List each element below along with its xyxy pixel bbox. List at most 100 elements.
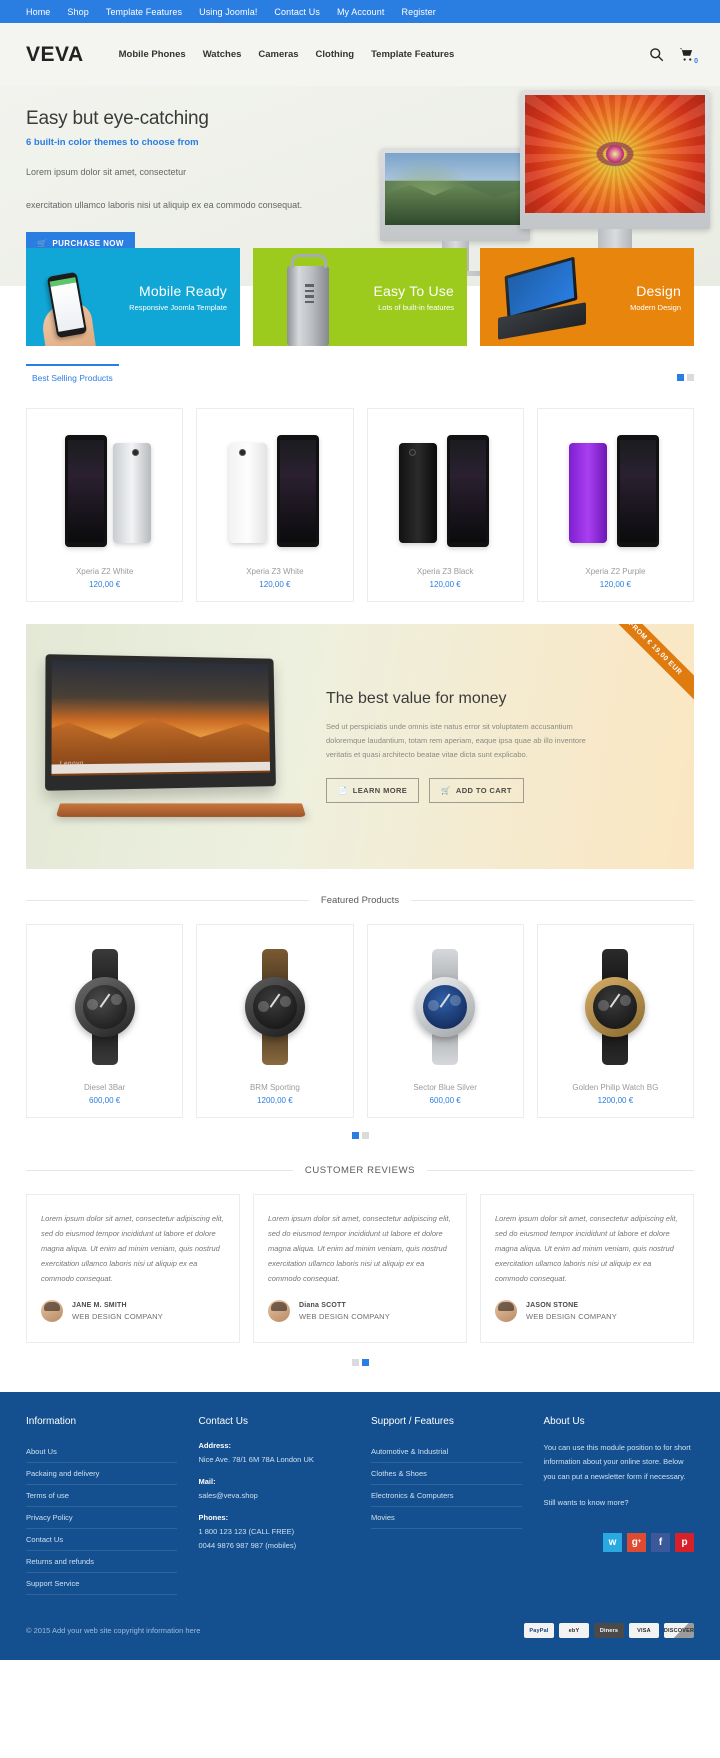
facebook-icon[interactable]: f <box>651 1532 670 1552</box>
product-card[interactable]: Xperia Z2 Purple 120,00 € <box>536 408 694 602</box>
pager-dot-2[interactable] <box>687 374 694 381</box>
add-to-cart-button[interactable]: 🛒 ADD TO CART <box>429 777 524 803</box>
promo-text: Sed ut perspiciatis unde omnis iste natu… <box>326 722 586 759</box>
footer-column-contact: Contact Us Address: Nice Ave. 78/1 6M 78… <box>199 1416 350 1595</box>
footer-link-returns-refunds[interactable]: Returns and refunds <box>26 1551 177 1573</box>
tile-subtitle: Lots of built-in features <box>378 302 454 312</box>
add-to-cart-label: ADD TO CART <box>455 785 512 795</box>
hero-copy: Easy but eye-catching 6 built-in color t… <box>26 108 326 256</box>
topbar-link-register[interactable]: Register <box>401 7 435 17</box>
product-card[interactable]: Xperia Z3 Black 120,00 € <box>366 408 524 602</box>
divider-right <box>427 1170 694 1171</box>
twitter-icon[interactable]: w <box>603 1532 622 1552</box>
learn-more-button[interactable]: 📄 LEARN MORE <box>326 777 420 803</box>
product-card[interactable]: Xperia Z3 White 120,00 € <box>196 408 354 602</box>
cart-button[interactable]: 0 <box>679 47 698 65</box>
tile-title: Easy To Use <box>373 282 454 299</box>
footer-link-packing-delivery[interactable]: Packaing and delivery <box>26 1463 177 1485</box>
learn-more-label: LEARN MORE <box>352 785 408 795</box>
product-card[interactable]: BRM Sporting 1200,00 € <box>196 924 354 1118</box>
footer-link-movies[interactable]: Movies <box>371 1507 522 1529</box>
mail-value[interactable]: sales@veva.shop <box>199 1490 350 1503</box>
footer-link-automotive-industrial[interactable]: Automotive & Industrial <box>371 1441 522 1463</box>
footer-link-privacy-policy[interactable]: Privacy Policy <box>26 1507 177 1529</box>
topbar-link-home[interactable]: Home <box>26 7 50 17</box>
product-price: 600,00 € <box>89 1096 121 1105</box>
best-selling-grid: Xperia Z2 White 120,00 € Xperia Z3 White… <box>0 408 720 602</box>
nav-item-template-features[interactable]: Template Features <box>371 49 454 60</box>
testimonial-text: Lorem ipsum dolor sit amet, consectetur … <box>268 1214 451 1283</box>
about-more-text: Still wants to know more? <box>543 1497 629 1507</box>
topbar-link-my-account[interactable]: My Account <box>337 7 385 17</box>
tile-subtitle: Responsive Joomla Template <box>129 302 227 312</box>
cart-icon: 🛒 <box>441 785 451 795</box>
footer-heading: Contact Us <box>198 1416 248 1427</box>
product-price: 120,00 € <box>429 580 461 589</box>
site-logo[interactable]: VEVA <box>26 43 84 67</box>
pager-dot-1[interactable] <box>677 374 684 381</box>
promo-illustration: Lenovo <box>26 624 326 869</box>
nav-item-clothing[interactable]: Clothing <box>316 49 355 60</box>
lenovo-yoga-laptop-icon: Lenovo <box>45 654 318 821</box>
pager-dot-1[interactable] <box>351 1132 359 1139</box>
pinterest-icon[interactable]: p <box>675 1532 694 1552</box>
divider-left <box>26 900 309 901</box>
social-links: w g + f p <box>544 1532 694 1552</box>
product-name: Xperia Z3 White <box>246 567 304 576</box>
nav-item-cameras[interactable]: Cameras <box>258 49 298 60</box>
topbar-link-using-joomla[interactable]: Using Joomla! <box>199 7 257 17</box>
product-card[interactable]: Diesel 3Bar 600,00 € <box>26 924 184 1118</box>
pager-dot-2[interactable] <box>361 1132 369 1139</box>
reviews-pager <box>0 1359 720 1366</box>
product-image <box>376 421 515 561</box>
product-image <box>35 937 174 1077</box>
reviews-heading-text: CUSTOMER REVIEWS <box>304 1165 416 1176</box>
google-plus-icon[interactable]: g + <box>627 1532 646 1552</box>
divider-right <box>411 900 694 901</box>
testimonials-list: Lorem ipsum dolor sit amet, consectetur … <box>0 1194 720 1343</box>
footer-link-electronics-computers[interactable]: Electronics & Computers <box>371 1485 522 1507</box>
testimonial-text: Lorem ipsum dolor sit amet, consectetur … <box>495 1214 678 1283</box>
feature-tile-design[interactable]: Design Modern Design <box>480 248 694 346</box>
cart-icon: 🛒 <box>37 239 48 249</box>
footer-link-clothes-shoes[interactable]: Clothes & Shoes <box>371 1463 522 1485</box>
topbar-link-contact-us[interactable]: Contact Us <box>274 7 320 17</box>
paypal-icon: PayPal <box>524 1623 554 1638</box>
testimonial-company: WEB DESIGN COMPANY <box>72 1311 163 1321</box>
footer-column-support: Support / Features Automotive & Industri… <box>371 1416 522 1595</box>
product-price: 600,00 € <box>429 1096 461 1105</box>
footer-link-terms-of-use[interactable]: Terms of use <box>26 1485 177 1507</box>
product-name: Xperia Z3 Black <box>416 567 474 576</box>
phone-value-1: 1 800 123 123 (CALL FREE) <box>198 1526 295 1536</box>
feature-tile-easy-to-use[interactable]: Easy To Use Lots of built-in features <box>253 248 467 346</box>
product-card[interactable]: Sector Blue Silver 600,00 € <box>366 924 524 1118</box>
product-card[interactable]: Golden Philip Watch BG 1200,00 € <box>536 924 694 1118</box>
site-footer: Information About Us Packaing and delive… <box>0 1392 720 1660</box>
footer-link-contact-us[interactable]: Contact Us <box>26 1529 177 1551</box>
testimonial-author: Diana SCOTT WEB DESIGN COMPANY <box>268 1300 452 1322</box>
topbar-link-shop[interactable]: Shop <box>67 7 88 17</box>
footer-link-support-service[interactable]: Support Service <box>26 1573 177 1595</box>
search-icon[interactable] <box>649 47 664 62</box>
feature-tile-mobile-ready[interactable]: Mobile Ready Responsive Joomla Template <box>26 248 240 346</box>
product-name: Xperia Z2 White <box>75 567 134 576</box>
nav-item-watches[interactable]: Watches <box>203 49 242 60</box>
product-price: 1200,00 € <box>257 1096 293 1105</box>
topbar-link-template-features[interactable]: Template Features <box>106 7 182 17</box>
nav-item-mobile-phones[interactable]: Mobile Phones <box>119 49 186 60</box>
footer-link-about-us[interactable]: About Us <box>26 1441 177 1463</box>
hero-paragraph-1: Lorem ipsum dolor sit amet, consectetur <box>26 167 187 177</box>
product-price: 120,00 € <box>89 580 121 589</box>
site-header: VEVA Mobile Phones Watches Cameras Cloth… <box>0 23 720 86</box>
tab-best-selling-products[interactable]: Best Selling Products <box>26 364 119 390</box>
imac-primary:  <box>520 90 710 264</box>
product-image <box>205 421 344 561</box>
phones-label: Phones: <box>198 1512 229 1522</box>
featured-heading-text: Featured Products <box>320 895 400 906</box>
product-card[interactable]: Xperia Z2 White 120,00 € <box>26 408 184 602</box>
promo-buttons: 📄 LEARN MORE 🛒 ADD TO CART <box>326 777 668 803</box>
mail-label: Mail: <box>198 1476 216 1486</box>
pager-dot-2[interactable] <box>361 1359 369 1366</box>
purchase-now-label: PURCHASE NOW <box>52 239 124 249</box>
pager-dot-1[interactable] <box>351 1359 359 1366</box>
